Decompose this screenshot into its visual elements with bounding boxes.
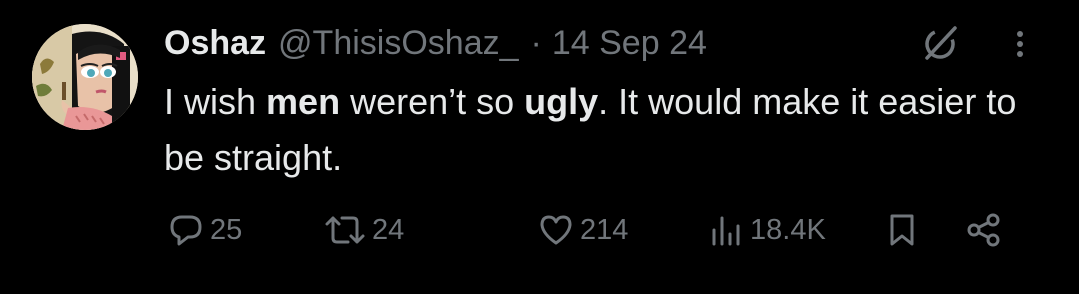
post-text: I wish men weren’t so ugly. It would mak… — [164, 74, 1044, 186]
action-bar: 25 24 214 18.4K — [164, 204, 1044, 256]
heart-icon — [540, 215, 572, 245]
views-icon — [712, 216, 740, 246]
post-text-bold: ugly — [524, 81, 599, 122]
avatar-illustration — [32, 24, 138, 130]
repost-button[interactable]: 24 — [324, 204, 404, 256]
author-name[interactable]: Oshaz — [164, 24, 266, 63]
tweet: Oshaz @ThisisOshaz_ · 14 Sep 24 I wish m… — [0, 0, 1079, 294]
post-date[interactable]: 14 Sep 24 — [552, 24, 707, 63]
avatar[interactable] — [32, 24, 138, 130]
post-text-bold: men — [266, 81, 341, 122]
repost-count: 24 — [372, 213, 405, 246]
reply-count: 25 — [210, 213, 243, 246]
repost-icon — [325, 216, 365, 244]
like-button[interactable]: 214 — [538, 204, 628, 256]
views-count: 18.4K — [750, 213, 826, 246]
share-button[interactable] — [964, 204, 1004, 256]
share-icon — [967, 213, 1000, 247]
reply-icon — [170, 215, 202, 246]
reply-button[interactable]: 25 — [168, 204, 242, 256]
author-handle[interactable]: @ThisisOshaz_ — [278, 24, 518, 63]
separator-dot: · — [530, 23, 542, 62]
post-text-part: weren’t so — [340, 81, 525, 122]
views-button[interactable]: 18.4K — [708, 204, 826, 256]
grok-icon[interactable] — [918, 22, 962, 66]
like-count: 214 — [580, 213, 629, 246]
more-options-icon[interactable] — [1010, 22, 1030, 66]
bookmark-button[interactable] — [884, 204, 920, 256]
bookmark-icon — [890, 214, 914, 246]
post-text-part: I wish — [164, 81, 267, 122]
post-header: Oshaz @ThisisOshaz_ · 14 Sep 24 — [164, 18, 707, 68]
